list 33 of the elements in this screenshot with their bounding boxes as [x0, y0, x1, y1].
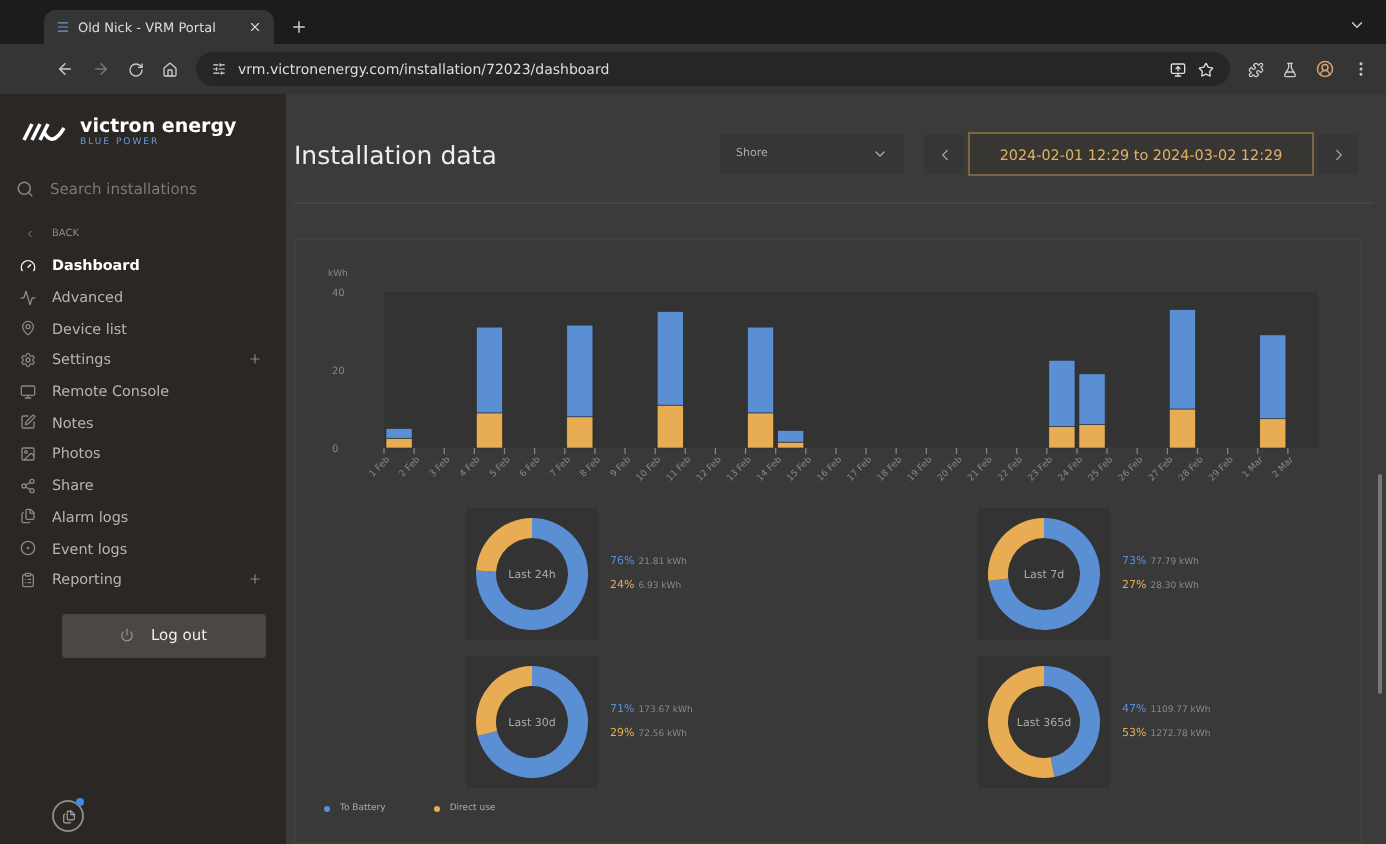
nav-icon	[20, 445, 36, 462]
profile-icon[interactable]	[1316, 60, 1334, 78]
nav-icon	[20, 383, 36, 400]
site-icon	[56, 20, 70, 34]
nav-icon	[20, 351, 36, 368]
new-tab-icon[interactable]	[290, 18, 308, 36]
nav-icon	[20, 540, 36, 557]
page-title: Installation data	[294, 139, 499, 169]
document-icon	[61, 809, 75, 823]
notification-dot	[76, 798, 84, 806]
nav-icon	[20, 257, 36, 274]
extensions-icon[interactable]	[1248, 61, 1264, 77]
brand-name: victron energy	[80, 116, 237, 138]
cast-icon[interactable]	[1170, 61, 1186, 77]
nav-icon	[20, 320, 36, 337]
nav-icon	[20, 289, 36, 306]
chevron-icon	[872, 146, 888, 162]
nav-icon	[20, 508, 36, 525]
close-icon[interactable]	[248, 20, 262, 34]
forward-icon[interactable]	[92, 60, 110, 78]
donut-slice	[1044, 666, 1100, 777]
reload-icon[interactable]	[128, 61, 144, 77]
home-icon[interactable]	[162, 61, 178, 77]
search-icon	[16, 180, 34, 198]
flask-icon[interactable]	[1282, 61, 1298, 77]
nav-icon	[20, 414, 36, 431]
nav-icon	[20, 571, 36, 588]
site-settings-icon[interactable]	[212, 62, 226, 76]
power-icon	[120, 628, 135, 643]
nav-icon	[20, 477, 36, 494]
back-icon[interactable]	[56, 60, 74, 78]
bookmark-icon[interactable]	[1198, 61, 1214, 77]
tab-search-icon[interactable]	[1348, 16, 1366, 34]
